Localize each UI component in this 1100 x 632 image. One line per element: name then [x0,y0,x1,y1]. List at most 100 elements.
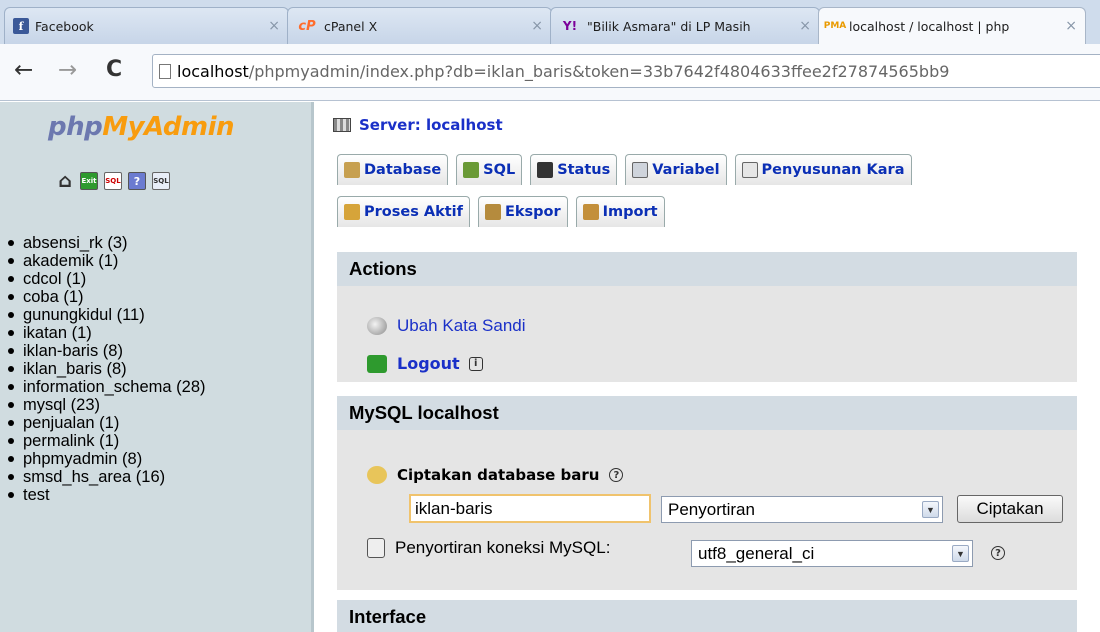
status-icon [537,162,554,178]
tab-sql[interactable]: SQL [456,154,523,185]
tab-status[interactable]: Status [530,154,618,185]
home-icon[interactable]: ⌂ [56,170,74,192]
database-list-item[interactable]: permalink (1) [8,432,206,450]
close-tab-icon[interactable]: × [268,18,280,34]
phpmyadmin-icon: PMA [823,21,847,31]
back-icon[interactable]: ← [14,55,33,85]
tab-label: Penyusunan Kara [761,162,905,178]
change-password-link[interactable]: Ubah Kata Sandi [397,316,526,336]
tab-title: cPanel X [324,18,378,34]
bullet-icon [8,402,14,408]
tab-label: Ekspor [504,204,561,220]
variables-icon [632,162,649,178]
database-name: permalink (1) [23,432,120,450]
database-list-item[interactable]: absensi_rk (3) [8,234,206,252]
database-list: absensi_rk (3) akademik (1) cdcol (1) coba … [8,234,206,504]
database-list-item[interactable]: coba (1) [8,288,206,306]
navigation-frame: phpMyAdmin ⌂ Exit SQL ? SQL absensi_rk (… [0,102,314,632]
reload-icon[interactable]: C [106,55,122,85]
database-icon [344,162,360,178]
create-database-button[interactable]: Ciptakan [957,495,1063,523]
close-tab-icon[interactable]: × [799,18,811,34]
server-tabs-row2: Proses Aktif Ekspor Import [337,196,665,227]
close-tab-icon[interactable]: × [531,18,543,34]
docs-icon[interactable]: SQL [152,172,170,190]
collation-select-value: Penyortiran [668,499,755,519]
database-list-item[interactable]: penjualan (1) [8,414,206,432]
database-list-item[interactable]: iklan_baris (8) [8,360,206,378]
change-password-row: Ubah Kata Sandi [367,316,526,336]
database-list-item[interactable]: smsd_hs_area (16) [8,468,206,486]
bullet-icon [8,258,14,264]
tab-variables[interactable]: Variabel [625,154,727,185]
database-list-item[interactable]: mysql (23) [8,396,206,414]
help-icon[interactable]: ? [128,172,146,190]
tab-label: SQL [483,162,516,178]
tab-import[interactable]: Import [575,196,665,227]
exit-icon [367,354,387,373]
mysql-header: MySQL localhost [337,396,1077,430]
database-name: absensi_rk (3) [23,234,128,252]
sql-icon[interactable]: SQL [104,172,122,190]
tab-charsets[interactable]: Penyusunan Kara [734,154,912,185]
bullet-icon [8,474,14,480]
bullet-icon [8,348,14,354]
sidebar-icon-bar: ⌂ Exit SQL ? SQL [56,170,170,192]
database-name: information_schema (28) [23,378,206,396]
bullet-icon [8,420,14,426]
bullet-icon [8,276,14,282]
database-list-item[interactable]: akademik (1) [8,252,206,270]
tab-label: Database [364,162,442,178]
tab-export[interactable]: Ekspor [477,196,568,227]
chevron-down-icon: ▼ [952,545,969,562]
forward-icon[interactable]: → [58,55,77,85]
server-title[interactable]: Server: localhost [333,116,503,134]
browser-tab-phpmyadmin[interactable]: PMA localhost / localhost | php × [818,7,1086,44]
info-icon[interactable]: i [468,356,483,371]
bullet-icon [8,240,14,246]
exit-icon[interactable]: Exit [80,172,98,190]
new-database-name-input[interactable]: iklan-baris [409,494,651,523]
address-bar[interactable]: localhost /phpmyadmin/index.php?db=iklan… [152,54,1100,88]
bullet-icon [8,366,14,372]
create-db-label: Ciptakan database baru [397,466,600,484]
connection-collation-label: Penyortiran koneksi MySQL: [395,538,611,557]
mysql-panel: Ciptakan database baru ? iklan-baris Pen… [337,430,1077,590]
actions-header: Actions [337,252,1077,286]
help-icon[interactable]: ? [609,468,624,482]
collation-select[interactable]: Penyortiran ▼ [661,496,943,523]
processes-icon [344,204,360,220]
tab-label: Proses Aktif [364,204,463,220]
tab-processes[interactable]: Proses Aktif [337,196,470,227]
server-icon [333,118,351,132]
database-name: ikatan (1) [23,324,92,342]
bullet-icon [8,294,14,300]
browser-tab-facebook[interactable]: f Facebook × [4,7,289,44]
database-list-item[interactable]: gunungkidul (11) [8,306,206,324]
database-name: penjualan (1) [23,414,120,432]
browser-tab-strip: f Facebook × cP cPanel X × Y! "Bilik Asm… [0,0,1100,44]
database-list-item[interactable]: cdcol (1) [8,270,206,288]
database-list-item[interactable]: test [8,486,206,504]
connection-collation-select[interactable]: utf8_general_ci ▼ [691,540,973,567]
database-list-item[interactable]: information_schema (28) [8,378,206,396]
tab-label: Status [557,162,611,178]
browser-tab-yahoo[interactable]: Y! "Bilik Asmara" di LP Masih × [550,7,820,44]
facebook-icon: f [13,18,29,34]
charset-icon [367,538,385,558]
chevron-down-icon: ▼ [922,501,939,518]
database-name: cdcol (1) [23,270,87,288]
database-list-item[interactable]: iklan-baris (8) [8,342,206,360]
database-list-item[interactable]: phpmyadmin (8) [8,450,206,468]
tab-database[interactable]: Database [337,154,449,185]
database-list-item[interactable]: ikatan (1) [8,324,206,342]
password-icon [367,317,387,335]
help-icon[interactable]: ? [991,546,1005,560]
bullet-icon [8,312,14,318]
phpmyadmin-logo[interactable]: phpMyAdmin [48,112,235,142]
tab-label: Import [602,204,658,220]
browser-tab-cpanel[interactable]: cP cPanel X × [287,7,552,44]
close-tab-icon[interactable]: × [1065,18,1077,34]
logout-link[interactable]: Logout [397,354,460,373]
logout-row: Logout i [367,354,483,373]
